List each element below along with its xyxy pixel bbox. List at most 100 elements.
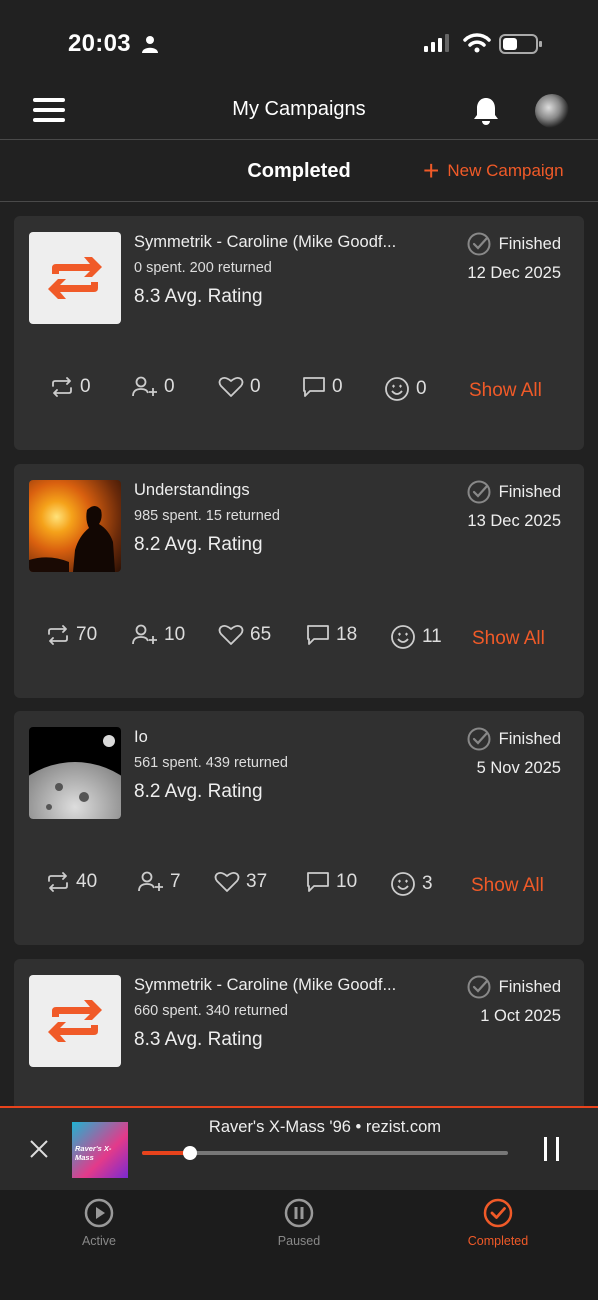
comment-icon [307,872,329,892]
status-bar: 20:03 [0,0,598,88]
tab-label: Active [81,1234,117,1248]
add-user-icon [132,376,157,397]
campaign-spent: 985 spent. 15 returned [134,508,280,524]
repost-logo-icon [29,232,121,324]
progress-knob[interactable] [182,1146,197,1160]
repost-logo-icon [29,975,121,1067]
stat-reactions: 3 [390,871,433,897]
stat-value: 10 [164,624,186,645]
track-title: Raver's X-Mass '96 • rezist.com [208,1118,442,1136]
stat-follows: 0 [132,376,175,398]
stats-row: 40 7 37 10 3 Show All [14,871,584,903]
heart-icon [218,624,244,645]
heart-eyes-icon [385,377,409,401]
heart-eyes-icon [391,872,415,896]
campaign-spent: 0 spent. 200 returned [134,260,272,276]
campaign-thumbnail [29,727,121,819]
stat-value: 40 [76,871,98,892]
stat-value: 3 [422,873,433,894]
bell-icon[interactable] [471,95,501,127]
status-badge: Finished [467,975,561,999]
repost-icon [48,625,68,645]
comment-icon [307,625,329,645]
close-icon[interactable] [28,1138,50,1160]
moon-icon [29,735,121,819]
avatar[interactable] [535,94,569,128]
tab-completed[interactable]: Completed [438,1198,558,1248]
show-all-link[interactable]: Show All [472,628,545,650]
stat-value: 37 [246,871,268,892]
check-circle-icon [467,232,491,256]
mini-player: Raver's X-Mass Raver's X-Mass '96 • rezi… [0,1106,598,1190]
stat-value: 10 [336,871,358,892]
signal-icon [424,34,449,52]
check-circle-icon [467,975,491,999]
campaign-card[interactable]: Symmetrik - Caroline (Mike Goodf... 0 sp… [14,216,584,450]
stat-value: 7 [170,871,181,892]
show-all-link[interactable]: Show All [469,380,542,402]
person-icon [142,36,158,53]
stat-value: 18 [336,624,358,645]
stat-value: 0 [416,378,427,399]
stat-reposts: 0 [50,376,91,398]
check-circle-icon [467,480,491,504]
stat-value: 0 [164,376,175,397]
stat-value: 11 [422,626,442,647]
campaign-rating: 8.3 Avg. Rating [134,286,263,307]
plus-icon: + [423,155,440,186]
heart-eyes-icon [391,625,415,649]
campaign-card[interactable]: Understandings 985 spent. 15 returned 8.… [14,464,584,698]
heart-icon [214,871,240,892]
tab-active[interactable]: Active [39,1198,159,1248]
heart-icon [218,376,244,397]
status-badge: Finished [467,232,561,256]
campaign-rating: 8.2 Avg. Rating [134,781,263,802]
stat-value: 0 [332,376,343,397]
show-all-link[interactable]: Show All [471,875,544,897]
stat-reactions: 0 [384,376,427,402]
status-badge: Finished [467,727,561,751]
status-label: Finished [498,977,561,996]
stat-likes: 37 [214,871,267,893]
album-art[interactable]: Raver's X-Mass [72,1122,128,1178]
campaign-title: Io [134,728,148,746]
pause-icon[interactable] [544,1137,560,1161]
stat-follows: 10 [132,624,185,646]
stat-comments: 10 [306,871,357,893]
status-time: 20:03 [68,30,131,57]
add-user-icon [138,871,163,892]
campaign-date: 13 Dec 2025 [467,512,561,530]
campaign-spent: 660 spent. 340 returned [134,1003,288,1019]
stat-likes: 65 [218,624,271,646]
add-user-icon [132,624,157,645]
new-campaign-button[interactable]: + New Campaign [423,155,564,186]
stats-row: 70 10 65 18 11 Show All [14,624,584,656]
campaign-date: 12 Dec 2025 [467,264,561,282]
campaign-date: 5 Nov 2025 [476,759,561,777]
comment-icon [303,377,325,397]
play-circle-icon [84,1198,114,1228]
status-label: Finished [498,729,561,748]
status-label: Finished [498,482,561,501]
tab-paused[interactable]: Paused [239,1198,359,1248]
page-title: My Campaigns [232,98,366,120]
campaign-card[interactable]: Io 561 spent. 439 returned 8.2 Avg. Rati… [14,711,584,945]
stat-value: 0 [80,376,91,397]
check-circle-icon [467,727,491,751]
campaign-rating: 8.3 Avg. Rating [134,1029,263,1050]
campaign-date: 1 Oct 2025 [480,1007,561,1025]
progress-slider[interactable] [142,1146,508,1160]
stat-comments: 18 [306,624,357,646]
stat-reposts: 70 [46,624,97,646]
stat-likes: 0 [218,376,261,398]
campaign-card[interactable]: Symmetrik - Caroline (Mike Goodf... 660 … [14,959,584,1106]
stat-follows: 7 [138,871,181,893]
campaign-title: Understandings [134,481,250,499]
campaign-thumbnail [29,480,121,572]
tab-label: Paused [277,1234,321,1248]
stats-row: 0 0 0 0 0 Show All [14,376,584,408]
repost-icon [48,872,68,892]
status-badge: Finished [467,480,561,504]
campaign-rating: 8.2 Avg. Rating [134,534,263,555]
tab-label: Completed [467,1234,529,1248]
